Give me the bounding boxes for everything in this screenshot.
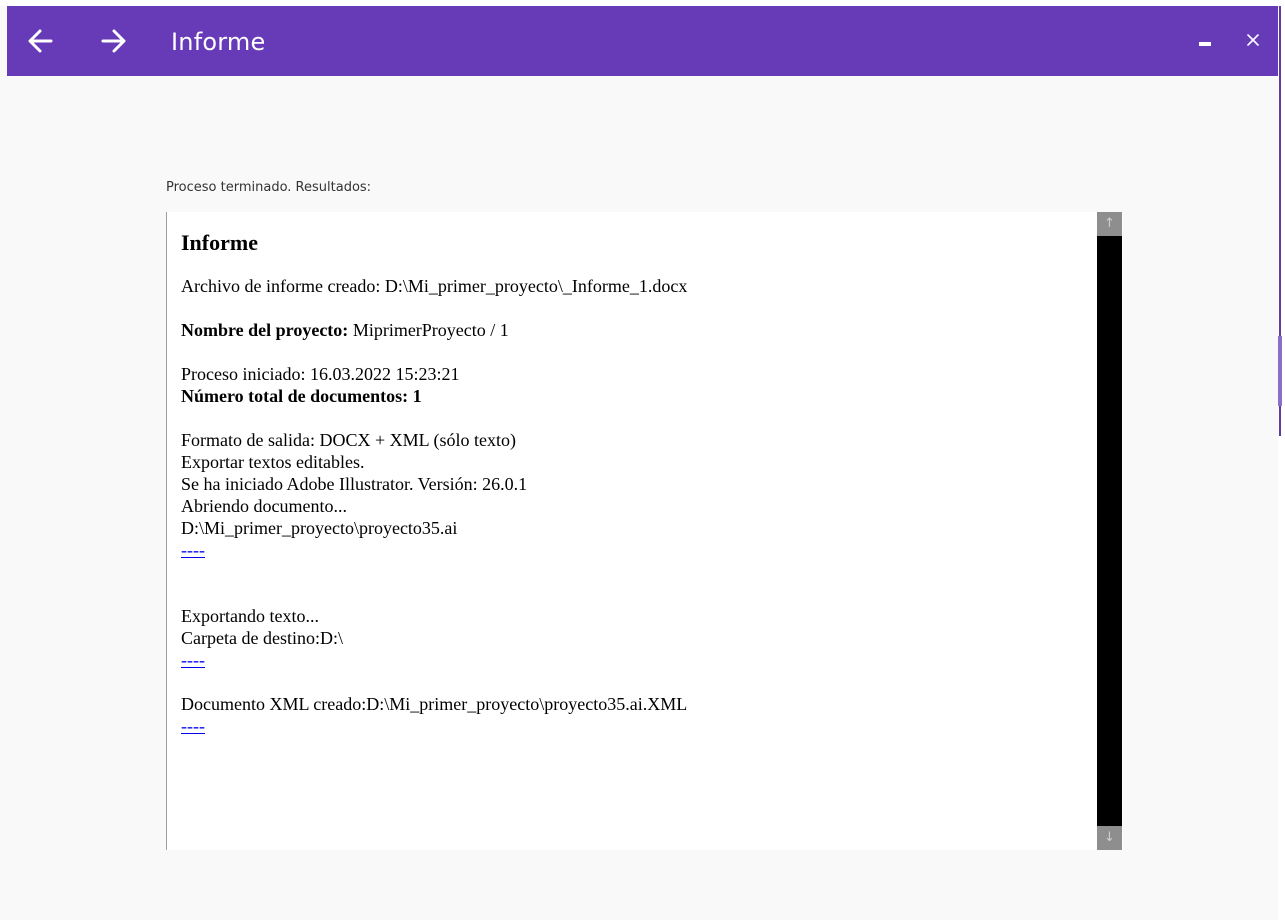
- scroll-down-icon[interactable]: ↓: [1097, 826, 1122, 850]
- back-button[interactable]: [23, 23, 59, 59]
- document-path: D:\Mi_primer_proyecto\proyecto35.ai: [181, 518, 458, 538]
- illustrator-started: Se ha iniciado Adobe Illustrator. Versió…: [181, 474, 528, 494]
- total-documents: Número total de documentos: 1: [181, 386, 422, 406]
- opening-document: Abriendo documento...: [181, 496, 347, 516]
- status-text: Proceso terminado. Resultados:: [166, 180, 372, 195]
- process-started: Proceso iniciado: 16.03.2022 15:23:21: [181, 364, 460, 384]
- output-format: Formato de salida: DOCX + XML (sólo text…: [181, 430, 516, 450]
- arrow-right-icon: [101, 29, 126, 53]
- window-title: Informe: [171, 28, 266, 56]
- vertical-scrollbar[interactable]: ↑ ↓: [1097, 212, 1122, 850]
- separator-link-1[interactable]: ----: [181, 540, 205, 560]
- xml-created: Documento XML creado:D:\Mi_primer_proyec…: [181, 694, 688, 714]
- report-panel: Informe Archivo de informe creado: D:\Mi…: [166, 212, 1123, 850]
- minimize-button[interactable]: [1196, 33, 1216, 53]
- forward-button[interactable]: [95, 23, 131, 59]
- arrow-left-icon: [28, 29, 53, 53]
- minimize-icon: [1199, 42, 1211, 46]
- close-button[interactable]: [1241, 28, 1265, 52]
- project-name-value: MiprimerProyecto / 1: [348, 320, 509, 340]
- report-title: Informe: [181, 230, 258, 255]
- separator-link-3[interactable]: ----: [181, 716, 205, 736]
- destination-folder: Carpeta de destino:D:\: [181, 628, 343, 648]
- project-name-label: Nombre del proyecto:: [181, 320, 349, 340]
- export-editable: Exportar textos editables.: [181, 452, 365, 472]
- close-icon: [1247, 34, 1259, 46]
- project-name-line: Nombre del proyecto: MiprimerProyecto / …: [181, 319, 1091, 341]
- report-content: Informe Archivo de informe creado: D:\Mi…: [181, 212, 1091, 850]
- window-right-edge: [1278, 6, 1285, 920]
- report-file-created: Archivo de informe creado: D:\Mi_primer_…: [181, 276, 688, 296]
- scroll-up-icon[interactable]: ↑: [1097, 212, 1122, 236]
- separator-link-2[interactable]: ----: [181, 650, 205, 670]
- title-bar: Informe: [7, 6, 1278, 76]
- exporting-text: Exportando texto...: [181, 606, 319, 626]
